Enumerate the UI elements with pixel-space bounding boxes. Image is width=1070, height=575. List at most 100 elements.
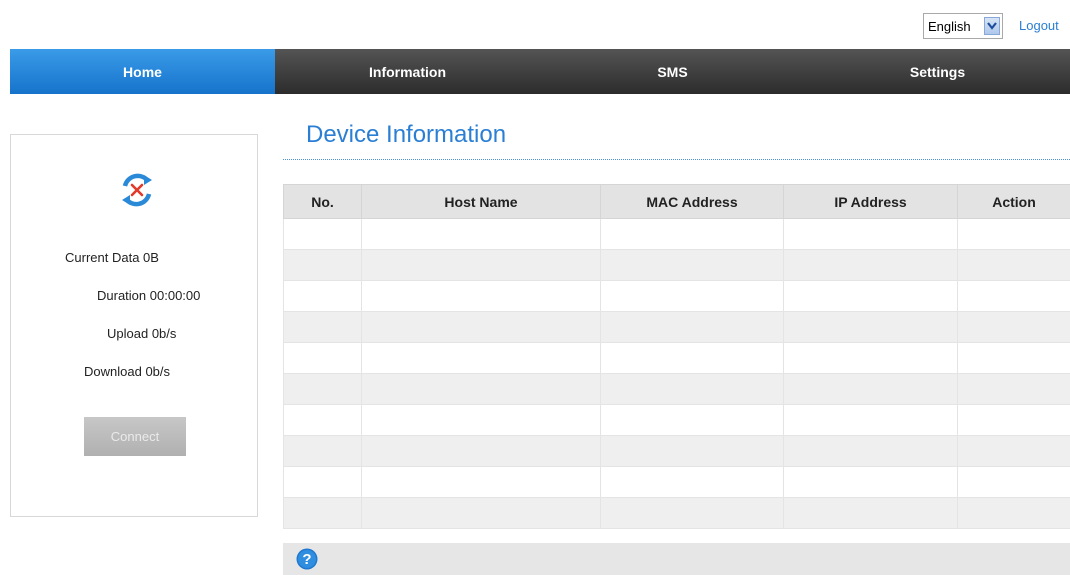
table-cell (361, 404, 601, 436)
table-cell (783, 497, 958, 529)
column-header-ip-address: IP Address (783, 184, 958, 219)
table-cell (783, 404, 958, 436)
table-cell (600, 373, 784, 405)
table-cell (783, 435, 958, 467)
table-cell (600, 249, 784, 281)
table-cell (957, 435, 1070, 467)
help-icon[interactable]: ? (296, 548, 318, 570)
table-cell (361, 466, 601, 498)
table-cell (361, 311, 601, 343)
table-cell (283, 249, 362, 281)
language-select-value: English (928, 18, 971, 34)
table-cell (600, 280, 784, 312)
nav-tab-label: SMS (657, 63, 688, 80)
table-cell (283, 311, 362, 343)
table-row (283, 218, 1070, 250)
column-header-action: Action (957, 184, 1070, 219)
device-table: No. Host Name MAC Address IP Address Act… (283, 184, 1070, 529)
table-cell (957, 466, 1070, 498)
table-cell (957, 373, 1070, 405)
table-cell (957, 497, 1070, 529)
main-nav: Home Information SMS Settings (10, 49, 1070, 94)
table-cell (283, 497, 362, 529)
table-cell (283, 342, 362, 374)
column-header-no: No. (283, 184, 362, 219)
table-row (283, 280, 1070, 312)
table-cell (783, 342, 958, 374)
table-header-row: No. Host Name MAC Address IP Address Act… (283, 184, 1070, 219)
table-cell (600, 404, 784, 436)
connect-button[interactable]: Connect (84, 417, 186, 456)
table-cell (783, 466, 958, 498)
table-cell (361, 342, 601, 374)
nav-tab-home[interactable]: Home (10, 49, 275, 94)
table-row (283, 466, 1070, 498)
table-row (283, 373, 1070, 405)
help-bar: ? (283, 543, 1070, 575)
current-data-stat: Current Data 0B (65, 250, 159, 265)
duration-stat: Duration 00:00:00 (97, 288, 200, 303)
nav-tab-information[interactable]: Information (275, 49, 540, 94)
column-header-host-name: Host Name (361, 184, 601, 219)
disconnected-sync-icon (122, 173, 152, 207)
table-row (283, 249, 1070, 281)
upload-value: 0b/s (151, 326, 177, 341)
table-cell (600, 311, 784, 343)
table-cell (361, 373, 601, 405)
table-cell (283, 466, 362, 498)
download-label: Download (84, 364, 142, 379)
table-row (283, 435, 1070, 467)
nav-tab-settings[interactable]: Settings (805, 49, 1070, 94)
table-row (283, 404, 1070, 436)
table-row (283, 311, 1070, 343)
table-cell (957, 311, 1070, 343)
duration-value: 00:00:00 (149, 288, 201, 303)
chevron-down-icon[interactable] (984, 17, 1000, 35)
table-cell (600, 435, 784, 467)
table-cell (957, 218, 1070, 250)
table-cell (600, 466, 784, 498)
table-cell (361, 249, 601, 281)
nav-tab-label: Settings (909, 63, 966, 80)
download-value: 0b/s (145, 364, 171, 379)
page-title: Device Information (306, 121, 507, 148)
table-row (283, 497, 1070, 529)
table-cell (361, 435, 601, 467)
table-cell (361, 218, 601, 250)
column-header-mac-address: MAC Address (600, 184, 784, 219)
duration-label: Duration (97, 288, 147, 303)
svg-text:?: ? (302, 551, 311, 568)
table-cell (600, 218, 784, 250)
table-cell (283, 373, 362, 405)
nav-tab-sms[interactable]: SMS (540, 49, 805, 94)
table-cell (957, 342, 1070, 374)
connection-status-panel: Current Data 0B Duration 00:00:00 Upload… (10, 134, 258, 517)
table-cell (600, 342, 784, 374)
nav-tab-label: Home (123, 63, 162, 80)
table-cell (957, 249, 1070, 281)
table-cell (783, 280, 958, 312)
table-cell (957, 280, 1070, 312)
table-cell (283, 218, 362, 250)
table-row (283, 342, 1070, 374)
upload-stat: Upload 0b/s (107, 326, 176, 341)
table-cell (783, 373, 958, 405)
table-cell (283, 404, 362, 436)
table-cell (600, 497, 784, 529)
upload-label: Upload (107, 326, 149, 341)
current-data-value: 0B (143, 250, 159, 265)
table-cell (283, 435, 362, 467)
title-divider (283, 159, 1070, 160)
language-select[interactable]: English (923, 13, 1003, 39)
logout-link[interactable]: Logout (1019, 18, 1059, 33)
current-data-label: Current Data (65, 250, 140, 265)
table-cell (783, 218, 958, 250)
download-stat: Download 0b/s (84, 364, 170, 379)
table-cell (957, 404, 1070, 436)
table-cell (783, 249, 958, 281)
nav-tab-label: Information (369, 63, 446, 80)
table-cell (783, 311, 958, 343)
table-cell (283, 280, 362, 312)
table-cell (361, 497, 601, 529)
table-cell (361, 280, 601, 312)
